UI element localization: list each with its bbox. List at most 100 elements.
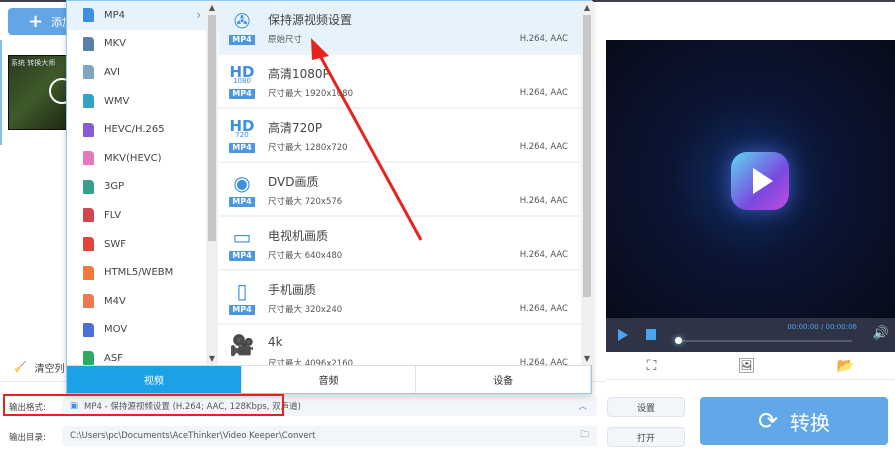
file-type-icon [83,122,94,137]
folder-icon[interactable]: 📂 [837,358,854,374]
preset-size: 尺寸最大 1280x720 [268,143,348,153]
disc-icon: ◉ MP4 [229,171,255,209]
preset-name: DVD画质 [268,175,319,189]
preset-name: 电视机画质 [268,229,329,243]
file-type-icon [83,8,94,23]
resolution-label: 1080 [233,76,251,85]
volume-icon[interactable]: 🔊 [873,326,889,341]
chevron-right-icon: › [196,8,201,23]
format-item-swf[interactable]: SWF [67,230,219,259]
output-dir-field[interactable]: C:\Users\pc\Documents\AceThinker\Video K… [62,426,597,446]
format-item-mp4[interactable]: MP4 › [67,1,219,30]
format-list-scrollbar[interactable]: ▲ ▼ [206,1,218,365]
preset-size: 原始尺寸 [268,35,303,45]
output-dir-value: C:\Users\pc\Documents\AceThinker\Video K… [70,431,316,441]
format-item-flv[interactable]: FLV [67,201,219,230]
video-preview[interactable] [606,40,895,318]
format-dropdown-panel: MP4 › MKV AVI WMV HEVC/H.265 MKV(HEVC) 3GP FLV SW… [66,0,593,394]
format-label: MOV [104,324,128,336]
hd-label: HD [229,116,255,135]
stop-icon[interactable] [646,329,656,340]
time-readout: 00:00:00 / 00:00:06 [787,323,857,331]
preset-name: 高清1080P [268,67,330,81]
format-item-asf[interactable]: ASF [67,344,219,365]
file-type-icon [83,179,94,194]
preset-item[interactable]: ◉ MP4 DVD画质 尺寸最大 720x576 H.264, AAC [219,163,581,217]
tab-0[interactable]: 视频 [67,366,242,393]
hd-label: HD [229,62,255,81]
preset-size: 尺寸最大 1920x1080 [268,89,353,99]
preset-name: 高清720P [268,121,323,135]
format-item-html5-webm[interactable]: HTML5/WEBM [67,258,219,287]
clear-list-button[interactable]: 🧹 清空列 [14,360,64,375]
file-type-icon [83,151,94,166]
camera-icon: 🎥 [229,333,255,357]
tv-icon: ▭ MP4 [229,225,255,263]
file-type-icon [83,208,94,223]
category-tabs: 视频 音频 设备 [67,365,592,393]
format-label: M4V [104,295,126,307]
scroll-up-icon[interactable]: ▲ [581,3,593,12]
file-type-icon [83,36,94,51]
play-icon[interactable] [618,329,628,341]
preset-item[interactable]: HD 720 MP4 高清720P 尺寸最大 1280x720 H.264, AAC [219,109,581,163]
scrollbar-thumb[interactable] [583,15,591,297]
preset-list-scrollbar[interactable]: ▲ ▼ [581,1,593,365]
scroll-down-icon[interactable]: ▼ [581,354,593,363]
video-thumbnail[interactable]: 系统 转换大师 [8,55,75,130]
format-item-avi[interactable]: AVI [67,58,219,87]
preset-name: 保持源视频设置 [268,13,353,27]
format-category-list: MP4 › MKV AVI WMV HEVC/H.265 MKV(HEVC) 3GP FLV SW… [67,1,219,365]
preset-codec: H.264, AAC [519,250,568,260]
preset-codec: H.264, AAC [519,358,568,365]
format-label: 3GP [104,181,125,193]
format-label: HTML5/WEBM [104,267,174,279]
format-item-mkv-hevc-[interactable]: MKV(HEVC) [67,144,219,173]
format-label: AVI [104,66,120,78]
format-label: MKV [104,38,127,50]
format-item-3gp[interactable]: 3GP [67,173,219,202]
format-item-mov[interactable]: MOV [67,316,219,345]
folder-browse-icon[interactable]: 🗀 [580,429,589,443]
format-label: HEVC/H.265 [104,124,165,136]
settings-button[interactable]: 设置 [607,397,685,417]
resolution-label: 720 [235,130,249,139]
open-folder-button[interactable]: 打开 [607,427,685,447]
format-item-hevc-h-265[interactable]: HEVC/H.265 [67,115,219,144]
preset-codec: H.264, AAC [519,304,568,314]
format-badge: MP4 [229,305,255,315]
preset-size: 尺寸最大 720x576 [268,197,343,207]
tab-2[interactable]: 设备 [416,366,592,393]
preset-item[interactable]: ✇ MP4 保持源视频设置 原始尺寸 H.264, AAC [219,1,581,55]
screenshot-icon[interactable]: ⛶ [647,358,657,374]
chevron-up-icon[interactable]: ︿ [578,400,587,412]
format-item-m4v[interactable]: M4V [67,287,219,316]
preview-tools: ⛶ 🖼 📂 [606,352,895,380]
format-label: MKV(HEVC) [104,152,162,164]
image-icon[interactable]: 🖼 [738,358,756,374]
output-dir-label: 输出目录: [9,433,46,443]
preset-codec: H.264, AAC [519,34,568,44]
preset-item[interactable]: ▯ MP4 手机画质 尺寸最大 320x240 H.264, AAC [219,271,581,325]
preset-item[interactable]: HD 1080 MP4 高清1080P 尺寸最大 1920x1080 H.264, … [219,55,581,109]
clear-list-label: 清空列 [34,364,65,375]
progress-slider[interactable] [675,337,852,344]
scroll-down-icon[interactable]: ▼ [206,354,218,363]
format-badge: MP4 [229,251,255,261]
preset-name: 4k [268,335,283,349]
convert-label: 转换 [790,410,831,435]
preset-name: 手机画质 [268,283,317,297]
progress-handle[interactable] [675,337,682,344]
convert-button[interactable]: ⟳ 转换 [700,397,888,445]
preset-item[interactable]: ▭ MP4 电视机画质 尺寸最大 640x480 H.264, AAC [219,217,581,271]
format-item-wmv[interactable]: WMV [67,87,219,116]
refresh-icon: ⟳ [757,407,779,435]
tab-1[interactable]: 音频 [242,366,417,393]
plus-icon: + [28,11,44,32]
scrollbar-thumb[interactable] [208,15,216,241]
preset-codec: H.264, AAC [519,196,568,206]
preset-item[interactable]: 🎥 4k 尺寸最大 4096x2160 H.264, AAC [219,325,581,365]
scroll-up-icon[interactable]: ▲ [206,3,218,12]
format-item-mkv[interactable]: MKV [67,30,219,59]
preset-size: 尺寸最大 4096x2160 [268,359,353,365]
